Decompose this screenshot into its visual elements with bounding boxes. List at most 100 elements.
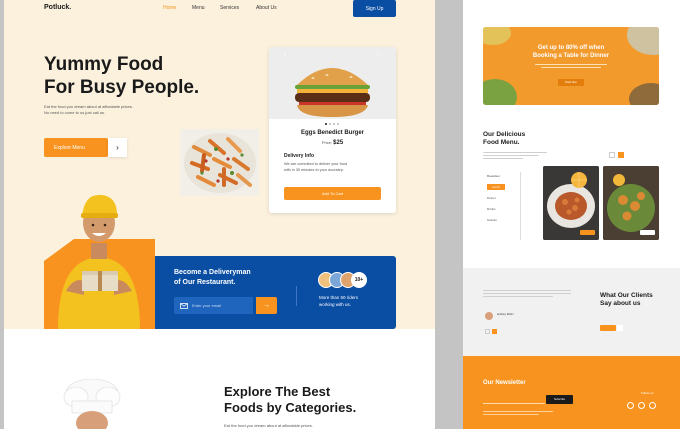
product-price: Price: $25: [269, 140, 396, 146]
delivery-line2: with in 30 minutes to your doorstep.: [284, 168, 344, 172]
testimonials-section: Anthony Robin What Our Clients Say about…: [463, 268, 680, 356]
menu-category-lunch[interactable]: Lunch: [487, 184, 506, 196]
twitter-icon[interactable]: [638, 402, 645, 409]
reviewer-avatar: [485, 312, 493, 320]
menu-category-dinner[interactable]: Dinner: [487, 196, 505, 207]
email-placeholder: Enter your email: [192, 303, 222, 308]
categories-title-line2: Foods by Categories.: [224, 400, 357, 415]
add-to-cart-label: Add To Cart: [321, 191, 344, 196]
food-card-tag[interactable]: [580, 230, 595, 235]
burger-image: ‹ ♡: [269, 47, 396, 119]
testimonial-next[interactable]: [492, 329, 497, 334]
testimonial-title-line2: Say about us: [600, 300, 641, 307]
newsletter-desc: [483, 411, 553, 415]
nav-home[interactable]: Home: [163, 5, 176, 11]
menu-category-drinks[interactable]: Drinks: [487, 207, 505, 218]
nav-about[interactable]: About Us: [256, 5, 277, 11]
newsletter-email-input[interactable]: [483, 395, 545, 404]
nav-menu[interactable]: Menu: [192, 5, 205, 11]
food-card-tag[interactable]: [640, 230, 655, 235]
newsletter-subscribe-button[interactable]: Subscribe: [546, 395, 573, 404]
chef-image: [63, 379, 121, 429]
explore-arrow-button[interactable]: ›: [108, 138, 127, 157]
hero-title: Yummy Food For Busy People.: [44, 53, 199, 99]
mail-icon: [180, 302, 188, 309]
categories-desc: Eat the food you dream about at affordab…: [224, 423, 313, 428]
categories-section: Explore The Best Foods by Categories. Ea…: [4, 329, 435, 429]
product-name: Eggs Benedict Burger: [300, 130, 364, 136]
testimonial-nav: [485, 329, 497, 334]
explore-menu-button[interactable]: Explore Menu: [44, 138, 108, 157]
promo-title-line1: Get up to 80% off when: [537, 45, 605, 51]
instagram-icon[interactable]: [649, 402, 656, 409]
food-card[interactable]: [603, 166, 659, 240]
rider-count: 10+: [354, 277, 364, 283]
page-preview: Get up to 80% off when Booking a Table f…: [463, 0, 680, 429]
riders-line2: working with us.: [319, 302, 352, 307]
menu-title-line1: Our Delicious: [483, 131, 526, 138]
banner-title: Become a Deliveryman of Our Restaurant.: [174, 268, 251, 288]
signup-label: Sign Up: [365, 5, 384, 12]
riders-line1: More than 50 riders: [319, 295, 359, 300]
email-submit-button[interactable]: →: [256, 297, 277, 314]
banner-divider: [296, 286, 297, 306]
rider-avatars: 10+: [318, 272, 378, 289]
price-value: $25: [333, 140, 344, 146]
follow-us-label: Follow us: [641, 391, 654, 395]
riders-text: More than 50 riders working with us.: [319, 294, 358, 308]
heart-icon[interactable]: ♡: [376, 51, 382, 59]
reviewer-name: Anthony Robin: [497, 313, 514, 316]
testimonial-title-line1: What Our Clients: [600, 292, 653, 299]
arrow-right-icon: →: [263, 302, 270, 309]
carousel-dot[interactable]: [325, 123, 327, 125]
deliveryman-image: [44, 191, 155, 329]
prev-page-button[interactable]: [609, 152, 615, 158]
nav-services[interactable]: Services: [220, 5, 239, 11]
menu-category-snacks[interactable]: Snacks: [487, 218, 505, 229]
hero-title-line2: For Busy People.: [44, 77, 200, 98]
carousel-dot[interactable]: [329, 123, 331, 125]
testimonial-cta-arrow[interactable]: [617, 325, 623, 331]
hero-description: Eat the food you dream about at affordab…: [44, 104, 133, 116]
testimonial-cta-button[interactable]: [600, 325, 616, 331]
pasta-image: [180, 129, 259, 196]
delivery-info-text: We are commited to deliver your food wit…: [284, 161, 347, 173]
testimonial-prev[interactable]: [485, 329, 490, 334]
carousel-dot[interactable]: [337, 123, 339, 125]
promo-title-line2: Booking a Table for Dinner: [532, 53, 610, 59]
menu-title: Our Delicious Food Menu.: [483, 131, 525, 147]
carousel-dot[interactable]: [333, 123, 335, 125]
logo[interactable]: Potluck.: [44, 4, 71, 11]
signup-button[interactable]: Sign Up: [353, 0, 396, 17]
menu-category-list: Breakfast Lunch Dinner Drinks Snacks: [487, 174, 506, 229]
menu-title-line2: Food Menu.: [483, 139, 520, 146]
menu-divider: [520, 172, 521, 240]
email-field[interactable]: Enter your email: [174, 297, 253, 314]
explore-menu-label: Explore Menu: [54, 144, 85, 151]
testimonial-text: [483, 290, 571, 297]
rider-count-badge: 10+: [351, 272, 367, 288]
facebook-icon[interactable]: [627, 402, 634, 409]
promo-title: Get up to 80% off when Booking a Table f…: [483, 44, 659, 60]
hero-desc-line2: No need to come to us just call us.: [44, 110, 106, 115]
price-label: Price:: [321, 140, 333, 145]
hero-title-line1: Yummy Food: [44, 54, 164, 75]
book-now-button[interactable]: Book Now: [558, 79, 584, 86]
subscribe-label: Subscribe: [553, 398, 566, 401]
chevron-right-icon: ›: [116, 143, 119, 152]
promo-subtext: [535, 64, 607, 68]
menu-pagination: [609, 152, 624, 158]
testimonial-title: What Our Clients Say about us: [600, 292, 653, 308]
banner-title-line1: Become a Deliveryman: [174, 269, 251, 276]
categories-title: Explore The Best Foods by Categories.: [224, 384, 356, 416]
prev-arrow-icon[interactable]: ‹: [284, 52, 286, 59]
add-to-cart-button[interactable]: Add To Cart: [284, 187, 381, 200]
book-now-label: Book Now: [565, 81, 577, 84]
landing-page: Potluck. Home Menu Services About Us Sig…: [4, 0, 435, 429]
social-links: [627, 402, 656, 409]
delivery-info-title: Delivery Info: [284, 153, 315, 159]
food-card[interactable]: [543, 166, 599, 240]
deliveryman-banner: Become a Deliveryman of Our Restaurant. …: [155, 256, 396, 329]
next-page-button[interactable]: [618, 152, 624, 158]
menu-category-label: Lunch: [487, 184, 506, 190]
